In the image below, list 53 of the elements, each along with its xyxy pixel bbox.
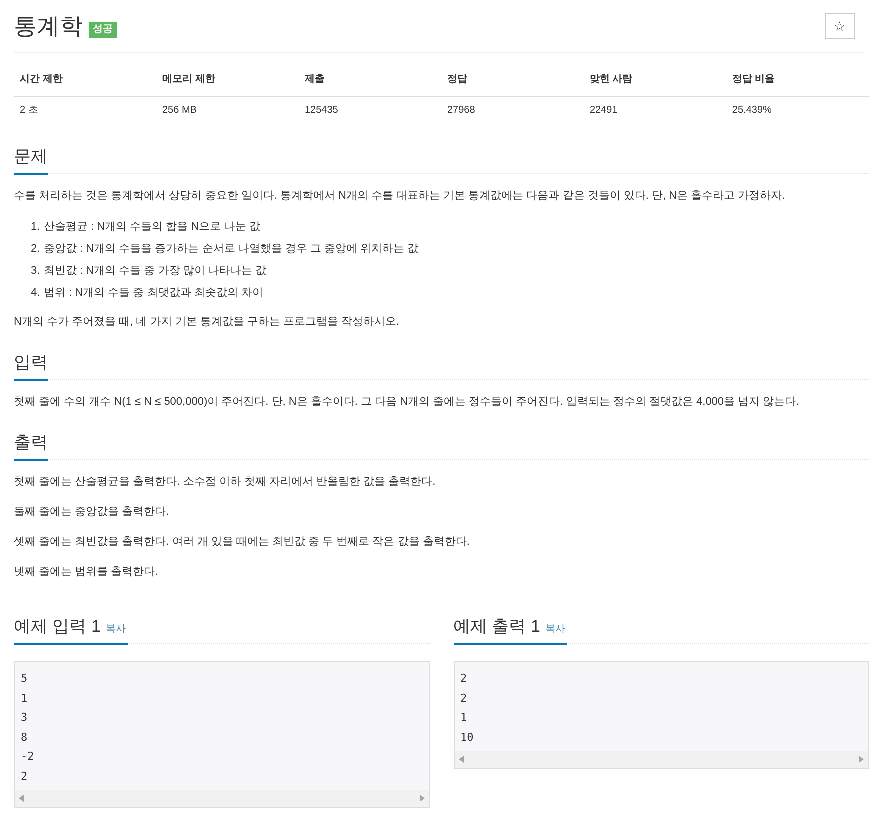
paragraph: 넷째 줄에는 범위를 출력한다. bbox=[14, 565, 160, 580]
section-heading: 출력 bbox=[14, 431, 48, 461]
scroll-left-icon[interactable] bbox=[458, 756, 464, 763]
list-item: 범위 : N개의 수들 중 최댓값과 최솟값의 차이 bbox=[44, 286, 264, 301]
column-header: 제출 bbox=[298, 63, 442, 96]
star-button[interactable]: ☆ bbox=[825, 13, 855, 39]
column-header: 정답 비율 bbox=[726, 63, 869, 96]
column-header: 메모리 제한 bbox=[156, 63, 299, 96]
scroll-right-icon[interactable] bbox=[859, 756, 864, 763]
list-number: 1. bbox=[31, 220, 42, 235]
list-item: 중앙값 : N개의 수들을 증가하는 순서로 나열했을 경우 그 중앙에 위치하는 값 bbox=[44, 242, 419, 257]
paragraph: 수를 처리하는 것은 통계학에서 상당히 중요한 일이다. 통계학에서 N개의 수를 대표하는 기본 통계값에는 다음과 같은 것들이 있다. 단, N은 홀수라고 가정하자. bbox=[14, 189, 786, 204]
copy-link[interactable]: 복사 bbox=[545, 622, 568, 637]
code-line: 1 bbox=[460, 710, 468, 726]
code-line: 2 bbox=[21, 768, 29, 784]
list-number: 4. bbox=[31, 286, 42, 301]
paragraph: 셋째 줄에는 최빈값을 출력한다. 여러 개 있을 때에는 최빈값 중 두 번째로 작은 값을 출력한다. bbox=[14, 535, 471, 550]
column-header: 맞힌 사람 bbox=[584, 63, 726, 96]
paragraph: 둘째 줄에는 중앙값을 출력한다. bbox=[14, 505, 170, 520]
paragraph: N개의 수가 주어졌을 때, 네 가지 기본 통계값을 구하는 프로그램을 작성하시오. bbox=[14, 315, 401, 330]
code-line: -2 bbox=[21, 749, 36, 765]
table-cell: 2 초 bbox=[14, 96, 156, 124]
code-line: 8 bbox=[21, 730, 29, 746]
list-item: 최빈값 : N개의 수들 중 가장 많이 나타나는 값 bbox=[44, 264, 266, 279]
section-heading: 예제 입력 1 bbox=[14, 616, 101, 638]
paragraph: 첫째 줄에는 산술평균을 출력한다. 소수점 이하 첫째 자리에서 반올림한 값을 출력한다. bbox=[14, 475, 437, 490]
list-number: 2. bbox=[31, 242, 42, 257]
status-badge: 성공 bbox=[89, 22, 117, 38]
scroll-right-icon[interactable] bbox=[420, 795, 424, 802]
list-number: 3. bbox=[31, 264, 42, 279]
code-line: 5 bbox=[21, 671, 29, 687]
copy-link[interactable]: 복사 bbox=[106, 622, 128, 637]
paragraph: 첫째 줄에 수의 개수 N(1 ≤ N ≤ 500,000)이 주어진다. 단, N은 홀수이다. 그 다음 N개의 줄에는 정수들이 주어진다. 입력되는 정수의 절댓값은 4,000을 넘지 않는다. bbox=[14, 395, 800, 410]
code-line: 2 bbox=[460, 671, 468, 687]
list-item: 산술평균 : N개의 수들의 합을 N으로 나눈 값 bbox=[44, 220, 260, 235]
horizontal-scrollbar[interactable] bbox=[15, 790, 428, 807]
scroll-left-icon[interactable] bbox=[19, 795, 24, 802]
column-header: 정답 bbox=[441, 63, 584, 96]
section-heading: 예제 출력 1 bbox=[454, 616, 540, 638]
table-cell: 256 MB bbox=[156, 96, 299, 124]
code-line: 1 bbox=[21, 690, 29, 706]
code-line: 2 bbox=[460, 690, 468, 706]
code-line: 10 bbox=[460, 730, 475, 746]
code-line: 3 bbox=[21, 710, 29, 726]
table-cell: 22491 bbox=[584, 96, 726, 124]
table-cell: 125435 bbox=[298, 96, 442, 124]
horizontal-scrollbar[interactable] bbox=[454, 751, 868, 768]
problem-title: 통계학 bbox=[14, 12, 83, 40]
column-header: 시간 제한 bbox=[14, 63, 156, 96]
table-cell: 25.439% bbox=[726, 96, 869, 124]
table-cell: 27968 bbox=[441, 96, 584, 124]
section-heading: 입력 bbox=[14, 351, 48, 381]
section-heading: 문제 bbox=[14, 145, 48, 175]
